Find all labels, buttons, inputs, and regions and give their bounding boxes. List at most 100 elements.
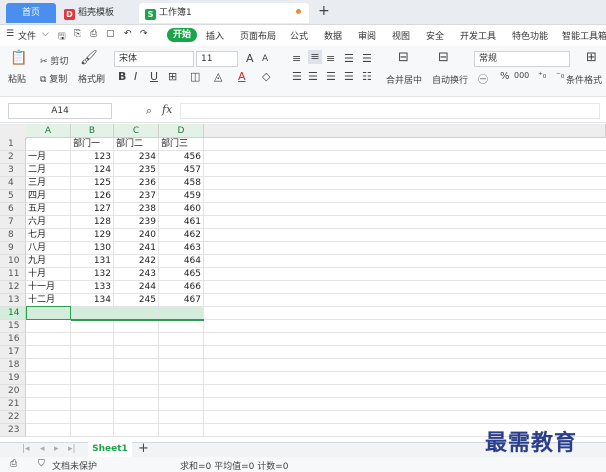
- increase-font-button[interactable]: A: [246, 52, 254, 65]
- row-header-12[interactable]: 12: [0, 281, 26, 294]
- cell-c17[interactable]: [114, 346, 159, 359]
- row-header-23[interactable]: 23: [0, 424, 26, 437]
- cell-b3[interactable]: 124: [71, 164, 114, 177]
- row-header-14[interactable]: 14: [0, 307, 26, 320]
- cell-c12[interactable]: 244: [114, 281, 159, 294]
- column-header-a[interactable]: A: [26, 124, 71, 138]
- font-color-button[interactable]: A: [238, 70, 246, 83]
- select-all-corner[interactable]: [0, 124, 27, 139]
- cell-b9[interactable]: 130: [71, 242, 114, 255]
- preview-icon[interactable]: ▢: [106, 29, 115, 39]
- row-header-7[interactable]: 7: [0, 216, 26, 229]
- menu-insert[interactable]: 插入: [206, 29, 224, 42]
- cell-a12[interactable]: 十一月: [26, 281, 71, 294]
- tab-workbook[interactable]: S 工作簿1: [139, 3, 309, 23]
- hamburger-icon[interactable]: ☰: [6, 29, 14, 39]
- cell-b16[interactable]: [71, 333, 114, 346]
- cell-c11[interactable]: 243: [114, 268, 159, 281]
- conditional-format-button[interactable]: 条件格式: [566, 73, 602, 86]
- cell-b1[interactable]: 部门一: [71, 138, 114, 151]
- indent-decrease-icon[interactable]: ☰: [344, 52, 354, 65]
- function-button[interactable]: fx: [162, 103, 172, 116]
- decrease-font-button[interactable]: A: [262, 54, 268, 64]
- number-format-select[interactable]: 常规: [474, 51, 570, 67]
- cell-c1[interactable]: 部门二: [114, 138, 159, 151]
- row-blank-11[interactable]: [204, 268, 606, 281]
- wrap-text-button[interactable]: 自动换行: [432, 73, 468, 86]
- cell-c3[interactable]: 235: [114, 164, 159, 177]
- cell-d12[interactable]: 466: [159, 281, 204, 294]
- merge-center-icon[interactable]: ⊟: [398, 50, 409, 65]
- menu-file[interactable]: 文件: [18, 29, 36, 42]
- cell-c2[interactable]: 234: [114, 151, 159, 164]
- cell-a16[interactable]: [26, 333, 71, 346]
- cell-b18[interactable]: [71, 359, 114, 372]
- add-sheet-button[interactable]: +: [138, 441, 149, 456]
- align-center-icon[interactable]: ☰: [308, 70, 318, 83]
- name-box[interactable]: A14: [8, 103, 112, 119]
- cell-a4[interactable]: 三月: [26, 177, 71, 190]
- cell-c15[interactable]: [114, 320, 159, 333]
- cell-d10[interactable]: 464: [159, 255, 204, 268]
- cell-b15[interactable]: [71, 320, 114, 333]
- cell-d7[interactable]: 461: [159, 216, 204, 229]
- row-header-11[interactable]: 11: [0, 268, 26, 281]
- cut-button[interactable]: ✂ 剪切: [40, 54, 68, 67]
- cell-b5[interactable]: 126: [71, 190, 114, 203]
- border-icon[interactable]: ⊞: [168, 70, 177, 83]
- distribute-icon[interactable]: ☷: [362, 70, 372, 83]
- indent-increase-icon[interactable]: ☰: [362, 52, 372, 65]
- cell-a8[interactable]: 七月: [26, 229, 71, 242]
- cell-a3[interactable]: 二月: [26, 164, 71, 177]
- cell-d20[interactable]: [159, 385, 204, 398]
- menu-page-layout[interactable]: 页面布局: [240, 29, 276, 42]
- row-header-9[interactable]: 9: [0, 242, 26, 255]
- row-blank-4[interactable]: [204, 177, 606, 190]
- cell-a1[interactable]: [26, 138, 71, 151]
- cell-b2[interactable]: 123: [71, 151, 114, 164]
- row-header-15[interactable]: 15: [0, 320, 26, 333]
- align-right-icon[interactable]: ☰: [326, 70, 336, 83]
- protection-status[interactable]: 文档未保护: [52, 459, 97, 472]
- row-header-10[interactable]: 10: [0, 255, 26, 268]
- row-blank-19[interactable]: [204, 372, 606, 385]
- wrap-text-icon[interactable]: ⊟: [438, 50, 449, 65]
- cell-c19[interactable]: [114, 372, 159, 385]
- row-header-21[interactable]: 21: [0, 398, 26, 411]
- menu-review[interactable]: 审阅: [358, 29, 376, 42]
- menu-smart-tools[interactable]: 智能工具箱: [562, 29, 606, 42]
- currency-icon[interactable]: ㊀: [478, 71, 488, 86]
- prev-sheet-icon[interactable]: ◂: [40, 444, 45, 454]
- cell-d6[interactable]: 460: [159, 203, 204, 216]
- row-header-13[interactable]: 13: [0, 294, 26, 307]
- cell-b7[interactable]: 128: [71, 216, 114, 229]
- cell-a21[interactable]: [26, 398, 71, 411]
- cell-d16[interactable]: [159, 333, 204, 346]
- cell-d3[interactable]: 457: [159, 164, 204, 177]
- row-blank-2[interactable]: [204, 151, 606, 164]
- status-menu-icon[interactable]: ⎙: [10, 459, 17, 469]
- cell-b19[interactable]: [71, 372, 114, 385]
- cell-b20[interactable]: [71, 385, 114, 398]
- column-header-c[interactable]: C: [114, 124, 159, 138]
- cell-a10[interactable]: 九月: [26, 255, 71, 268]
- column-header-b[interactable]: B: [71, 124, 114, 138]
- row-header-2[interactable]: 2: [0, 151, 26, 164]
- row-header-8[interactable]: 8: [0, 229, 26, 242]
- cell-d5[interactable]: 459: [159, 190, 204, 203]
- menu-formulas[interactable]: 公式: [290, 29, 308, 42]
- cell-d13[interactable]: 467: [159, 294, 204, 307]
- highlight-icon[interactable]: ◬: [214, 70, 222, 83]
- clear-icon[interactable]: ◇: [262, 70, 270, 83]
- cell-c8[interactable]: 240: [114, 229, 159, 242]
- row-blank-5[interactable]: [204, 190, 606, 203]
- cell-b22[interactable]: [71, 411, 114, 424]
- row-header-4[interactable]: 4: [0, 177, 26, 190]
- cell-d17[interactable]: [159, 346, 204, 359]
- cell-d2[interactable]: 456: [159, 151, 204, 164]
- first-sheet-icon[interactable]: |◂: [22, 444, 30, 454]
- format-painter-icon[interactable]: 🖌: [80, 50, 98, 66]
- align-middle-icon[interactable]: ≡: [308, 50, 322, 64]
- row-blank-17[interactable]: [204, 346, 606, 359]
- cell-d22[interactable]: [159, 411, 204, 424]
